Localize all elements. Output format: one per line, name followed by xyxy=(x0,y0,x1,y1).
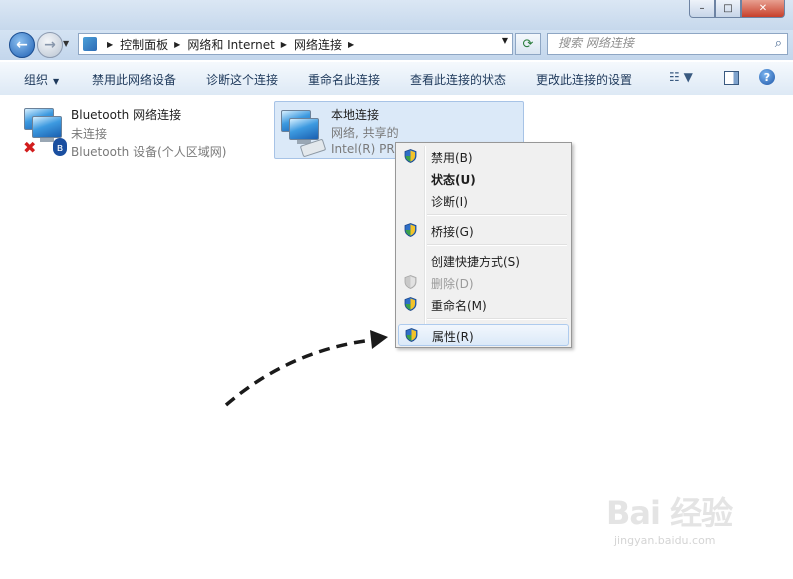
menu-item-create-shortcut[interactable]: 创建快捷方式(S) xyxy=(398,250,569,270)
disconnected-icon: ✖ xyxy=(23,138,37,157)
breadcrumb-separator-icon[interactable]: ▶ xyxy=(281,40,287,49)
maximize-button[interactable]: □ xyxy=(715,0,741,18)
menu-separator xyxy=(427,318,567,320)
menu-separator xyxy=(427,214,567,216)
shield-icon xyxy=(404,149,417,163)
rename-connection-button[interactable]: 重命名此连接 xyxy=(308,71,380,88)
view-status-button[interactable]: 查看此连接的状态 xyxy=(410,71,506,88)
recent-pages-dropdown-icon[interactable]: ▼ xyxy=(63,39,69,48)
menu-item-properties[interactable]: 属性(R) xyxy=(398,324,569,346)
context-menu: 禁用(B) 状态(U) 诊断(I) 桥接(G) 创建快捷方式(S) 删除(D) … xyxy=(395,142,572,348)
search-box[interactable]: ⌕ xyxy=(547,33,788,55)
help-icon[interactable]: ? xyxy=(759,69,775,85)
shield-icon xyxy=(404,275,417,289)
menu-item-rename[interactable]: 重命名(M) xyxy=(398,294,569,314)
breadcrumb-separator-icon[interactable]: ▶ xyxy=(107,40,113,49)
connection-name: Bluetooth 网络连接 xyxy=(71,108,182,122)
breadcrumb: ▶ 控制面板 ▶ 网络和 Internet ▶ 网络连接 ▶ xyxy=(101,36,361,53)
forward-button[interactable]: → xyxy=(37,32,63,58)
organize-label: 组织 xyxy=(24,73,49,87)
preview-pane-icon[interactable] xyxy=(724,71,739,85)
breadcrumb-separator-icon[interactable]: ▶ xyxy=(348,40,354,49)
chevron-down-icon: ▼ xyxy=(53,77,60,86)
bluetooth-icon: ʙ xyxy=(53,138,67,156)
close-button[interactable]: ✕ xyxy=(741,0,785,18)
menu-separator xyxy=(427,244,567,246)
connection-name: 本地连接 xyxy=(331,108,380,122)
shield-icon xyxy=(404,223,417,237)
breadcrumb-separator-icon[interactable]: ▶ xyxy=(174,40,180,49)
refresh-button[interactable]: ⟳ xyxy=(515,33,541,55)
connection-status: 网络, 共享的 xyxy=(331,126,399,140)
breadcrumb-control-panel[interactable]: 控制面板 xyxy=(120,36,168,53)
title-bar: – □ ✕ xyxy=(0,0,793,30)
menu-item-disable[interactable]: 禁用(B) xyxy=(398,146,569,166)
menu-item-label: 创建快捷方式(S) xyxy=(431,255,520,269)
address-dropdown-icon[interactable]: ▼ xyxy=(502,36,508,45)
navigation-bar: ← → ▼ ▶ 控制面板 ▶ 网络和 Internet ▶ 网络连接 ▶ ▼ ⟳… xyxy=(0,30,793,60)
menu-item-diagnose[interactable]: 诊断(I) xyxy=(398,190,569,210)
diagnose-connection-button[interactable]: 诊断这个连接 xyxy=(206,71,278,88)
menu-item-label: 删除(D) xyxy=(431,277,474,291)
menu-item-bridge[interactable]: 桥接(G) xyxy=(398,220,569,240)
menu-item-label: 属性(R) xyxy=(432,330,474,344)
watermark-brand: Bai 经验 xyxy=(606,494,733,532)
menu-item-label: 状态(U) xyxy=(431,173,476,187)
menu-item-delete: 删除(D) xyxy=(398,272,569,292)
organize-menu[interactable]: 组织 ▼ xyxy=(24,71,59,88)
shield-icon xyxy=(404,297,417,311)
menu-item-label: 禁用(B) xyxy=(431,151,473,165)
back-button[interactable]: ← xyxy=(9,32,35,58)
breadcrumb-network-internet[interactable]: 网络和 Internet xyxy=(187,36,274,53)
minimize-button[interactable]: – xyxy=(689,0,715,18)
command-bar: 组织 ▼ 禁用此网络设备 诊断这个连接 重命名此连接 查看此连接的状态 更改此连接… xyxy=(0,61,793,96)
search-input[interactable] xyxy=(548,34,758,52)
menu-item-label: 诊断(I) xyxy=(431,195,468,209)
disable-device-button[interactable]: 禁用此网络设备 xyxy=(92,71,176,88)
window-controls: – □ ✕ xyxy=(689,0,785,18)
watermark: Bai 经验 jingyan.baidu.com xyxy=(606,488,756,558)
watermark-url: jingyan.baidu.com xyxy=(614,534,716,547)
connection-status: 未连接 xyxy=(71,127,108,141)
search-icon[interactable]: ⌕ xyxy=(775,36,782,51)
address-bar[interactable]: ▶ 控制面板 ▶ 网络和 Internet ▶ 网络连接 ▶ ▼ xyxy=(78,33,513,55)
menu-item-label: 重命名(M) xyxy=(431,299,487,313)
menu-item-status[interactable]: 状态(U) xyxy=(398,168,569,188)
change-settings-button[interactable]: 更改此连接的设置 xyxy=(536,71,632,88)
change-view-icon[interactable]: ☷ ▼ xyxy=(669,70,693,84)
connection-item-bluetooth[interactable]: ✖ ʙ Bluetooth 网络连接 未连接 Bluetooth 设备(个人区域… xyxy=(18,100,258,159)
connection-device: Bluetooth 设备(个人区域网) xyxy=(71,145,227,159)
breadcrumb-network-connections[interactable]: 网络连接 xyxy=(294,36,342,53)
menu-item-label: 桥接(G) xyxy=(431,225,474,239)
shield-icon xyxy=(405,328,418,342)
control-panel-icon xyxy=(83,37,97,51)
